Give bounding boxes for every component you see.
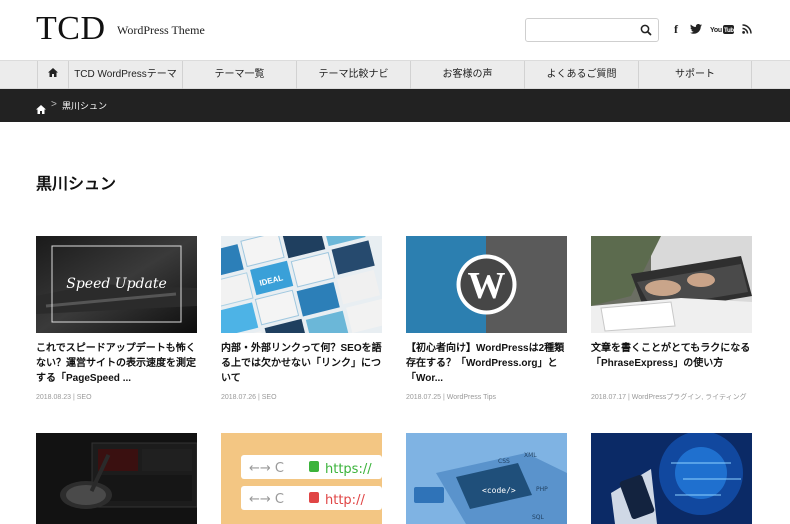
post-thumbnail[interactable]: ←→ C https:// ←→ C http://	[221, 433, 382, 524]
post-thumbnail[interactable]: Speed Update	[36, 236, 197, 333]
thumb-text: <code/>	[482, 486, 516, 495]
post-thumbnail[interactable]: W	[406, 236, 567, 333]
post-category[interactable]: WordPressプラグイン, ライティング	[632, 394, 747, 401]
search-input[interactable]	[530, 21, 634, 39]
breadcrumb: > 黒川シュン	[0, 89, 790, 122]
svg-text:←→ C: ←→ C	[249, 492, 284, 507]
post-thumbnail[interactable]: IDEAL	[221, 236, 382, 333]
thumb-label: SQL	[532, 514, 545, 521]
nav-item-faq[interactable]: よくあるご質問	[524, 61, 638, 89]
post-meta: 2018.07.26 | SEO	[221, 394, 277, 401]
wordpress-logo: W	[468, 265, 506, 307]
nav-item-tcd-themes[interactable]: TCD WordPressテーマ	[68, 61, 182, 89]
post-title[interactable]: これでスピードアップデートも怖くない？運営サイトの表示速度を測定する「PageS…	[36, 341, 197, 386]
nav-home[interactable]	[37, 61, 68, 89]
post-category[interactable]: SEO	[77, 394, 92, 401]
post-category[interactable]: SEO	[262, 394, 277, 401]
post-meta: 2018.08.23 | SEO	[36, 394, 92, 401]
thumb-text: Speed Update	[66, 276, 167, 292]
nav-item-support[interactable]: サポート	[638, 61, 752, 89]
rss-icon[interactable]	[741, 21, 753, 37]
post-meta: 2018.07.25 | WordPress Tips	[406, 394, 497, 401]
post-date: 2018.07.26	[221, 394, 257, 401]
search-icon[interactable]	[639, 23, 653, 37]
site-tagline: WordPress Theme	[117, 23, 205, 37]
thumb-label: PHP	[536, 486, 548, 493]
post-title[interactable]: 【初心者向け】WordPressは2種類存在する？「WordPress.org」…	[406, 341, 567, 386]
global-nav: TCD WordPressテーマ テーマ一覧 テーマ比較ナビ お客様の声 よくあ…	[0, 60, 790, 89]
site-header: TCD WordPress Theme f You Tube	[0, 0, 790, 60]
site-logo[interactable]: TCD	[36, 11, 106, 47]
post-date: 2018.07.25	[406, 394, 442, 401]
home-icon	[48, 61, 58, 89]
home-icon[interactable]	[36, 101, 46, 114]
post-date: 2018.07.17	[591, 394, 627, 401]
youtube-icon[interactable]: You Tube	[710, 21, 734, 37]
page-title: 黒川シュン	[36, 176, 117, 193]
breadcrumb-separator: >	[51, 99, 57, 110]
nav-item-theme-list[interactable]: テーマ一覧	[182, 61, 296, 89]
facebook-icon[interactable]: f	[671, 21, 681, 37]
svg-text:Tube: Tube	[724, 28, 734, 34]
svg-text:←→ C: ←→ C	[249, 461, 284, 476]
post-thumbnail[interactable]	[591, 236, 752, 333]
thumb-label: CSS	[498, 458, 510, 465]
twitter-icon[interactable]	[689, 21, 703, 37]
nav-item-customer-voice[interactable]: お客様の声	[410, 61, 524, 89]
post-thumbnail[interactable]	[36, 433, 197, 524]
search-box	[525, 18, 659, 42]
thumb-http: http://	[325, 493, 365, 508]
post-date: 2018.08.23	[36, 394, 72, 401]
post-thumbnail[interactable]	[591, 433, 752, 524]
nav-item-theme-compare[interactable]: テーマ比較ナビ	[296, 61, 410, 89]
svg-text:You: You	[710, 27, 722, 34]
thumb-label: XML	[524, 452, 537, 459]
post-title[interactable]: 内部・外部リンクって何？SEOを語る上では欠かせない「リンク」について	[221, 341, 382, 386]
post-thumbnail[interactable]: <code/> CSS XML PHP SQL	[406, 433, 567, 524]
thumb-https: https://	[325, 462, 372, 477]
post-title[interactable]: 文章を書くことがとてもラクになる「PhraseExpress」の使い方	[591, 341, 752, 371]
post-meta: 2018.07.17 | WordPressプラグイン, ライティング	[591, 394, 747, 401]
breadcrumb-current: 黒川シュン	[62, 101, 108, 111]
post-category[interactable]: WordPress Tips	[447, 394, 496, 401]
